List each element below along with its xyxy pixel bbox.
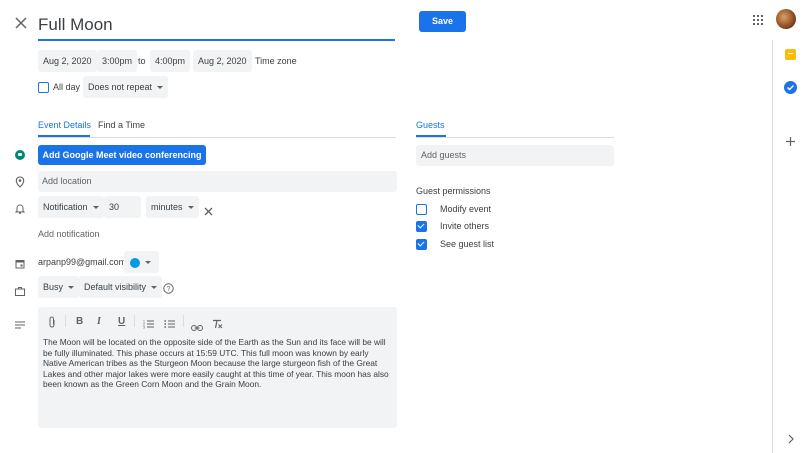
location-icon bbox=[15, 175, 25, 188]
add-notification-link[interactable]: Add notification bbox=[38, 229, 100, 239]
guests-divider bbox=[416, 137, 614, 138]
start-date[interactable]: Aug 2, 2020 bbox=[38, 50, 97, 72]
title-input[interactable]: Full Moon bbox=[38, 11, 395, 41]
calendar-icon bbox=[15, 256, 25, 269]
chevron-down-icon bbox=[157, 86, 164, 90]
color-swatch bbox=[130, 257, 140, 268]
repeat-select[interactable]: Does not repeat bbox=[83, 76, 169, 98]
invite-others-checkbox[interactable] bbox=[416, 221, 427, 232]
visibility-value: Default visibility bbox=[84, 282, 147, 292]
remove-notification-icon[interactable] bbox=[204, 203, 213, 216]
close-icon[interactable] bbox=[14, 16, 28, 30]
busy-value: Busy bbox=[43, 282, 64, 292]
avatar[interactable] bbox=[776, 9, 796, 29]
add-guests-input[interactable]: Add guests bbox=[416, 145, 614, 166]
to-label: to bbox=[138, 56, 146, 66]
toolbar-divider bbox=[134, 315, 135, 327]
add-addon-icon[interactable] bbox=[785, 134, 796, 146]
notification-value-input[interactable]: 30 bbox=[104, 196, 141, 218]
invite-others-label: Invite others bbox=[440, 221, 490, 231]
apps-grid-icon[interactable] bbox=[752, 13, 764, 25]
toolbar-divider bbox=[183, 315, 184, 327]
link-icon[interactable] bbox=[191, 318, 203, 331]
bold-icon[interactable]: B bbox=[76, 316, 83, 327]
bulleted-list-icon[interactable] bbox=[164, 316, 175, 328]
notification-unit-select[interactable]: minutes bbox=[146, 196, 199, 218]
timezone-link[interactable]: Time zone bbox=[255, 56, 297, 66]
allday-checkbox[interactable] bbox=[38, 82, 49, 93]
svg-text:?: ? bbox=[167, 286, 171, 293]
tabs-divider bbox=[38, 137, 396, 138]
see-guest-list-checkbox[interactable] bbox=[416, 239, 427, 250]
italic-icon[interactable]: I bbox=[97, 316, 101, 327]
busy-select[interactable]: Busy bbox=[38, 276, 80, 298]
add-guests-placeholder: Add guests bbox=[421, 150, 467, 160]
underline-icon[interactable]: U bbox=[118, 316, 125, 327]
tasks-icon[interactable] bbox=[784, 81, 797, 94]
svg-text:3: 3 bbox=[143, 326, 145, 330]
modify-event-checkbox[interactable] bbox=[416, 204, 427, 215]
chevron-down-icon bbox=[187, 206, 194, 210]
chevron-down-icon bbox=[68, 286, 75, 290]
attachment-icon[interactable] bbox=[48, 315, 56, 328]
numbered-list-icon[interactable]: 123 bbox=[143, 316, 154, 330]
save-button[interactable]: Save bbox=[419, 11, 466, 32]
meet-icon bbox=[15, 150, 25, 160]
chevron-down-icon bbox=[145, 261, 151, 265]
allday-label: All day bbox=[53, 82, 81, 92]
location-placeholder: Add location bbox=[42, 176, 92, 186]
calendar-color-select[interactable] bbox=[124, 251, 159, 273]
toolbar-divider bbox=[65, 315, 66, 327]
notification-type-select[interactable]: Notification bbox=[38, 196, 104, 218]
briefcase-icon bbox=[15, 283, 25, 296]
location-input[interactable]: Add location bbox=[38, 171, 397, 192]
bell-icon bbox=[14, 201, 26, 214]
notification-type: Notification bbox=[43, 202, 88, 212]
side-panel bbox=[772, 40, 806, 453]
visibility-select[interactable]: Default visibility bbox=[79, 276, 163, 298]
description-text: The Moon will be located on the opposite… bbox=[43, 337, 389, 390]
description-icon bbox=[15, 316, 25, 329]
tab-guests[interactable]: Guests bbox=[416, 120, 445, 130]
keep-icon[interactable] bbox=[785, 49, 796, 60]
end-date[interactable]: Aug 2, 2020 bbox=[193, 50, 252, 72]
start-time[interactable]: 3:00pm bbox=[97, 50, 138, 72]
notification-unit: minutes bbox=[151, 202, 183, 212]
repeat-value: Does not repeat bbox=[88, 82, 153, 92]
guest-permissions-label: Guest permissions bbox=[416, 186, 491, 196]
modify-event-label: Modify event bbox=[440, 204, 492, 214]
clear-formatting-icon[interactable] bbox=[212, 316, 223, 329]
meet-button[interactable]: Add Google Meet video conferencing bbox=[38, 145, 206, 165]
tab-event-details[interactable]: Event Details bbox=[38, 120, 91, 130]
expand-panel-icon[interactable] bbox=[787, 431, 795, 444]
tab-find-time[interactable]: Find a Time bbox=[98, 120, 145, 130]
description-editor[interactable]: B I U 123 The Moon will be located on th… bbox=[38, 307, 397, 428]
calendar-owner: arpanp99@gmail.com bbox=[38, 257, 127, 267]
title-text: Full Moon bbox=[38, 15, 113, 34]
end-time[interactable]: 4:00pm bbox=[150, 50, 191, 72]
chevron-down-icon bbox=[151, 286, 158, 290]
see-guest-list-label: See guest list bbox=[440, 239, 495, 249]
help-icon[interactable]: ? bbox=[163, 281, 174, 294]
chevron-down-icon bbox=[92, 206, 99, 210]
